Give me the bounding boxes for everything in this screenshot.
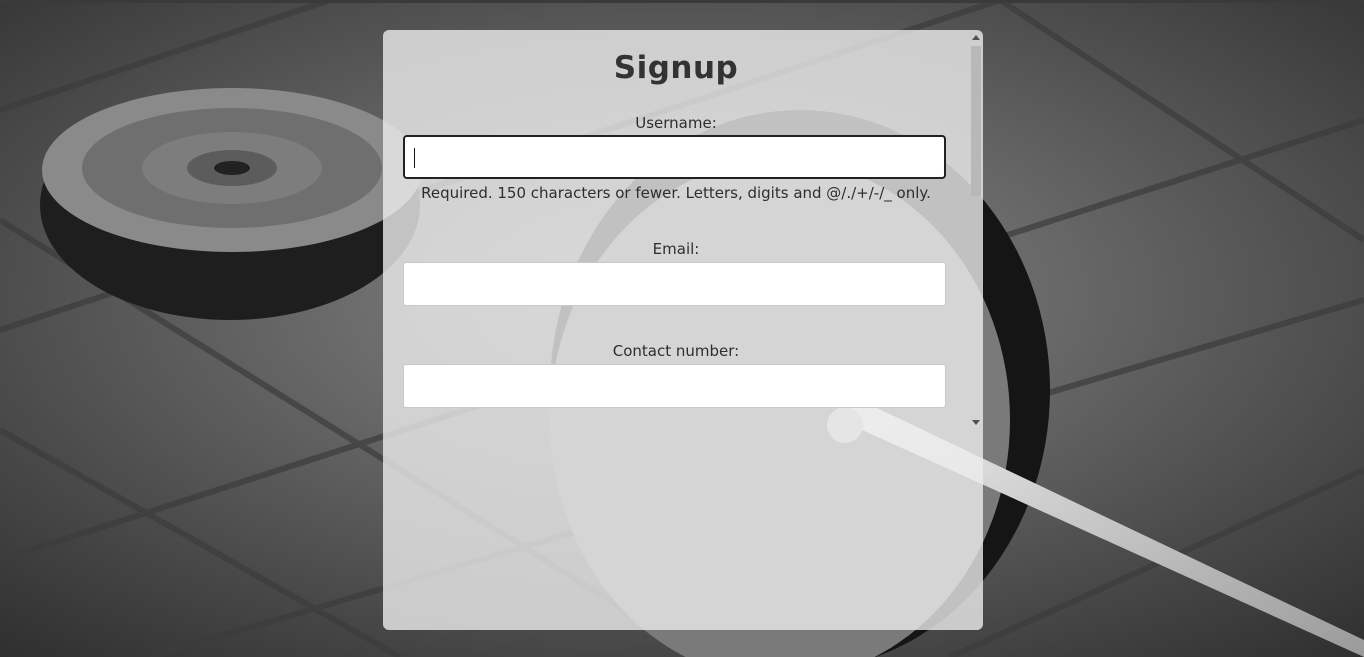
scroll-down-arrow-icon[interactable] bbox=[972, 420, 980, 425]
email-input[interactable] bbox=[403, 262, 946, 306]
username-input[interactable] bbox=[403, 135, 946, 179]
page-title: Signup bbox=[613, 50, 739, 86]
contact-number-label: Contact number: bbox=[612, 342, 740, 360]
signup-panel: Signup Username: Required. 150 character… bbox=[383, 30, 983, 630]
text-caret bbox=[414, 148, 415, 168]
signup-form: Signup Username: Required. 150 character… bbox=[383, 30, 969, 430]
username-help-text: Required. 150 characters or fewer. Lette… bbox=[421, 184, 931, 202]
username-label: Username: bbox=[635, 114, 717, 132]
email-label: Email: bbox=[652, 240, 700, 258]
contact-number-input[interactable] bbox=[403, 364, 946, 408]
form-scrollbar[interactable] bbox=[969, 30, 983, 430]
scrollbar-thumb[interactable] bbox=[971, 46, 981, 196]
top-edge bbox=[0, 0, 1364, 3]
scroll-up-arrow-icon[interactable] bbox=[972, 35, 980, 40]
